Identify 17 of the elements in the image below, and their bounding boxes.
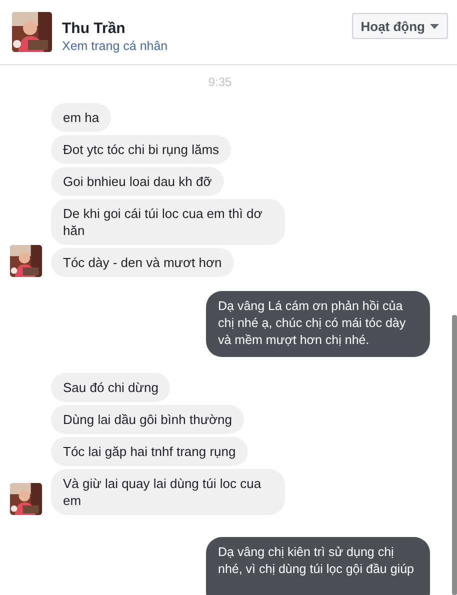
message-bubble: Dạ vâng chị kiên trì sử dụng chị nhé, vì chị dùng túi lọc gội đầu giúp [206, 537, 430, 595]
timestamp: 9:35 [207, 74, 233, 91]
message-bubble: em ha [51, 103, 112, 132]
message-bubble: Và giừ lai quay lai dùng túi loc cua em [51, 469, 285, 515]
message-bubble: De khi goi cái túi loc cua em thì dơ hăn [51, 199, 285, 245]
status-dropdown[interactable]: Hoạt động [352, 13, 448, 39]
message-bubble: Dùng lai dầu gôi bình thường [51, 405, 244, 434]
message-bubble: Tóc dày - den và mươt hơn [51, 248, 234, 277]
scrollbar[interactable] [452, 315, 457, 595]
contact-name: Thu Trần [62, 20, 126, 38]
message-bubble: Tóc lai găp hai tnhf trang rụng [51, 437, 248, 466]
message-bubble: Đot ytc tóc chi bi rụng lăms [51, 135, 232, 164]
message-bubble: Sau đó chi dừng [51, 373, 170, 402]
message-bubble: Dạ vâng Lá cám ơn phản hồi của chị nhé ạ, chúc chị có mái tóc dày và mềm mượt hơn chị nhé. [206, 291, 430, 357]
message-bubble: Goi bnhieu loai dau kh đỡ [51, 167, 224, 196]
profile-link[interactable]: Xem trang cá nhân [62, 38, 352, 54]
caret-icon [430, 24, 439, 28]
